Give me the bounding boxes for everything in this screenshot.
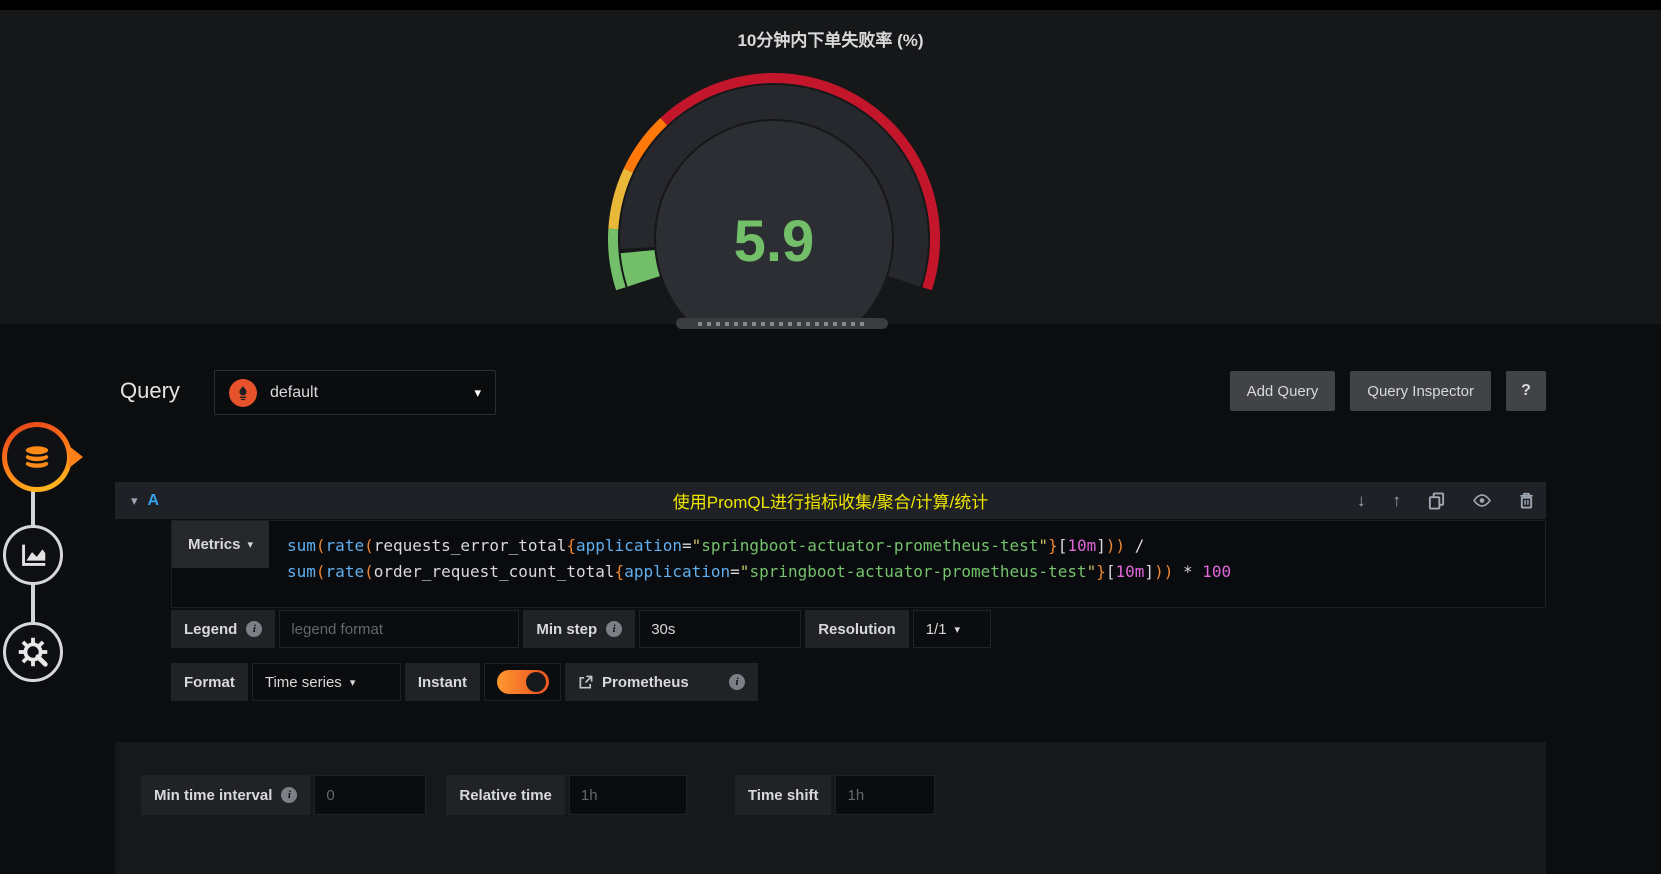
tab-queries[interactable] <box>2 422 72 492</box>
move-query-up-icon[interactable]: ↑ <box>1393 492 1402 509</box>
legend-label-text: Legend <box>184 620 238 638</box>
chevron-down-icon: ▾ <box>954 623 961 636</box>
chevron-down-icon: ▾ <box>349 676 356 689</box>
query-editor-block: Metrics ▾ sum(rate(requests_error_total{… <box>171 520 1546 608</box>
legend-info-icon[interactable]: i <box>246 621 263 637</box>
query-heading: Query <box>120 378 180 403</box>
datasource-link[interactable]: Prometheus i <box>565 663 759 701</box>
min-time-interval-info-icon[interactable]: i <box>281 787 298 803</box>
resolution-label: Resolution <box>805 610 909 648</box>
min-step-info-icon[interactable]: i <box>606 621 623 637</box>
relative-time-input[interactable] <box>568 775 687 815</box>
time-shift-label: Time shift <box>734 775 832 815</box>
help-button[interactable]: ? <box>1506 371 1546 411</box>
delete-query-icon[interactable] <box>1519 492 1534 509</box>
relative-time-label: Relative time <box>446 775 565 815</box>
min-time-interval-input[interactable] <box>314 775 427 815</box>
prometheus-flame-icon <box>229 378 257 407</box>
instant-toggle[interactable] <box>496 670 549 694</box>
resolution-label-text: Resolution <box>818 620 896 638</box>
chevron-down-icon: ▾ <box>247 539 254 551</box>
move-query-down-icon[interactable]: ↓ <box>1357 492 1366 509</box>
instant-label-text: Instant <box>417 673 468 691</box>
time-options-row: Min time interval i Relative time Time s… <box>141 775 936 815</box>
min-step-label: Min step i <box>523 610 636 648</box>
gear-wrench-icon <box>18 637 48 667</box>
instant-toggle-container <box>484 663 562 701</box>
collapse-caret-icon[interactable]: ▾ <box>131 493 138 509</box>
query-options-row-1: Legend i Min step i Resolution 1/1 ▾ <box>171 610 991 648</box>
min-time-interval-label-text: Min time interval <box>154 786 273 804</box>
format-value: Time series <box>264 673 342 691</box>
datasource-link-label: Prometheus <box>602 673 689 691</box>
prometheus-info-icon[interactable]: i <box>729 674 746 690</box>
query-ref-id[interactable]: A <box>148 492 160 510</box>
query-options-row-2: Format Time series ▾ Instant Prometheus … <box>171 663 759 701</box>
query-header: Query default ▾ Add Query Query Inspecto… <box>115 368 1546 415</box>
query-inspector-button[interactable]: Query Inspector <box>1350 371 1491 411</box>
resolution-select[interactable]: 1/1 ▾ <box>912 610 991 648</box>
min-step-label-text: Min step <box>536 620 598 638</box>
resolution-value: 1/1 <box>925 620 947 638</box>
format-label: Format <box>171 663 248 701</box>
chevron-down-icon: ▾ <box>474 384 481 400</box>
time-shift-label-text: Time shift <box>747 786 819 804</box>
gauge-chart: 5.9 <box>608 73 940 324</box>
format-select[interactable]: Time series ▾ <box>251 663 401 701</box>
metrics-mode-dropdown[interactable]: Metrics ▾ <box>172 521 269 568</box>
relative-time-label-text: Relative time <box>459 786 552 804</box>
query-row-header[interactable]: ▾ A 使用PromQL进行指标收集/聚合/计算/统计 ↓ ↑ <box>115 482 1546 519</box>
external-link-icon <box>578 675 593 690</box>
tab-general[interactable] <box>3 622 63 682</box>
top-divider <box>0 0 1661 10</box>
format-label-text: Format <box>184 673 235 691</box>
chart-icon <box>22 544 46 566</box>
min-step-input[interactable] <box>639 610 802 648</box>
query-description: 使用PromQL进行指标收集/聚合/计算/统计 <box>672 493 989 512</box>
datasource-selected: default <box>270 383 319 401</box>
instant-label: Instant <box>404 663 481 701</box>
add-query-button[interactable]: Add Query <box>1229 371 1336 411</box>
svg-text:5.9: 5.9 <box>734 209 815 274</box>
legend-format-input[interactable] <box>279 610 520 648</box>
metrics-mode-label: Metrics <box>187 536 241 553</box>
tab-visualization[interactable] <box>3 525 63 585</box>
toggle-query-visibility-icon[interactable] <box>1472 493 1492 508</box>
legend-label: Legend i <box>171 610 276 648</box>
time-shift-input[interactable] <box>835 775 936 815</box>
database-icon <box>23 443 51 471</box>
promql-editor[interactable]: sum(rate(requests_error_total{applicatio… <box>269 521 1545 597</box>
min-time-interval-label: Min time interval i <box>141 775 311 815</box>
duplicate-query-icon[interactable] <box>1428 492 1445 510</box>
datasource-picker[interactable]: default ▾ <box>214 370 496 415</box>
gauge-panel: 10分钟内下单失败率 (%) 5.9 <box>0 10 1661 324</box>
time-options-panel: Min time interval i Relative time Time s… <box>115 742 1546 874</box>
active-tab-pointer <box>69 446 83 468</box>
panel-resize-handle[interactable] <box>676 318 888 329</box>
